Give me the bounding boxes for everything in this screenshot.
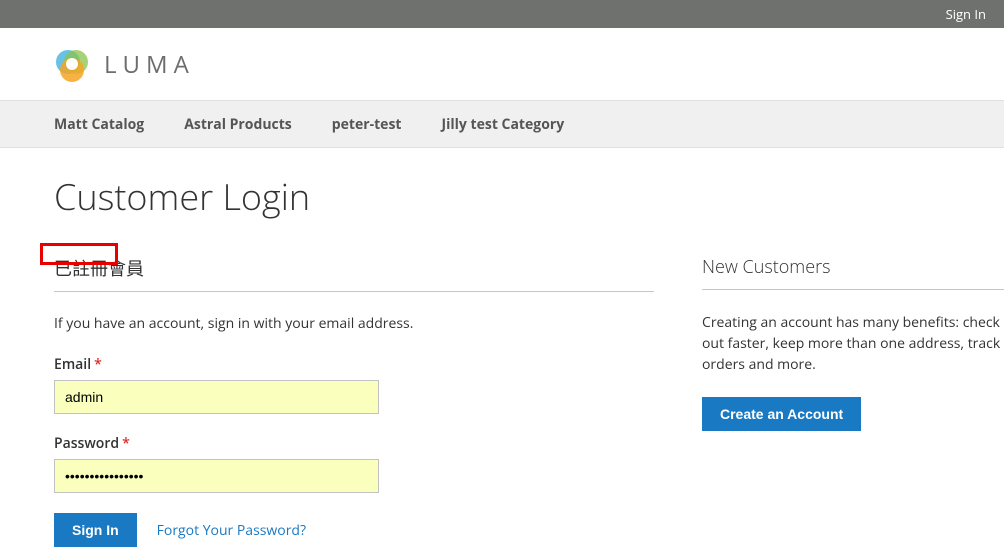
nav-item-matt-catalog[interactable]: Matt Catalog — [54, 115, 144, 134]
logo-icon — [54, 46, 90, 82]
create-account-button[interactable]: Create an Account — [702, 397, 861, 431]
login-actions: Sign In Forgot Your Password? — [54, 513, 654, 547]
top-bar: Sign In — [0, 0, 1004, 28]
brand-name: LUMA — [104, 48, 195, 81]
password-label: Password* — [54, 434, 654, 453]
email-input[interactable] — [54, 380, 379, 414]
email-label: Email* — [54, 355, 654, 374]
new-customers-block: New Customers Creating an account has ma… — [702, 255, 1004, 547]
login-heading: 已註冊會員 — [54, 255, 144, 291]
required-mark: * — [94, 355, 102, 374]
nav-item-peter-test[interactable]: peter-test — [332, 115, 402, 134]
password-input[interactable] — [54, 459, 379, 493]
required-mark: * — [122, 434, 130, 453]
new-customers-heading: New Customers — [702, 255, 1004, 290]
login-block: 已註冊會員 If you have an account, sign in wi… — [54, 255, 654, 547]
main-nav: Matt Catalog Astral Products peter-test … — [0, 100, 1004, 148]
email-field-wrapper: Email* — [54, 355, 654, 414]
forgot-password-link[interactable]: Forgot Your Password? — [157, 521, 306, 540]
signin-link[interactable]: Sign In — [946, 5, 986, 23]
header: LUMA — [0, 28, 1004, 100]
password-field-wrapper: Password* — [54, 434, 654, 493]
nav-item-jilly-test[interactable]: Jilly test Category — [441, 115, 564, 134]
page-main: Customer Login 已註冊會員 If you have an acco… — [0, 148, 1004, 547]
login-heading-row: 已註冊會員 — [54, 255, 654, 292]
nav-item-astral-products[interactable]: Astral Products — [184, 115, 292, 134]
logo[interactable]: LUMA — [54, 46, 1004, 82]
new-customers-note: Creating an account has many benefits: c… — [702, 312, 1004, 375]
page-title: Customer Login — [54, 172, 1004, 221]
signin-button[interactable]: Sign In — [54, 513, 137, 547]
login-note: If you have an account, sign in with you… — [54, 314, 654, 333]
